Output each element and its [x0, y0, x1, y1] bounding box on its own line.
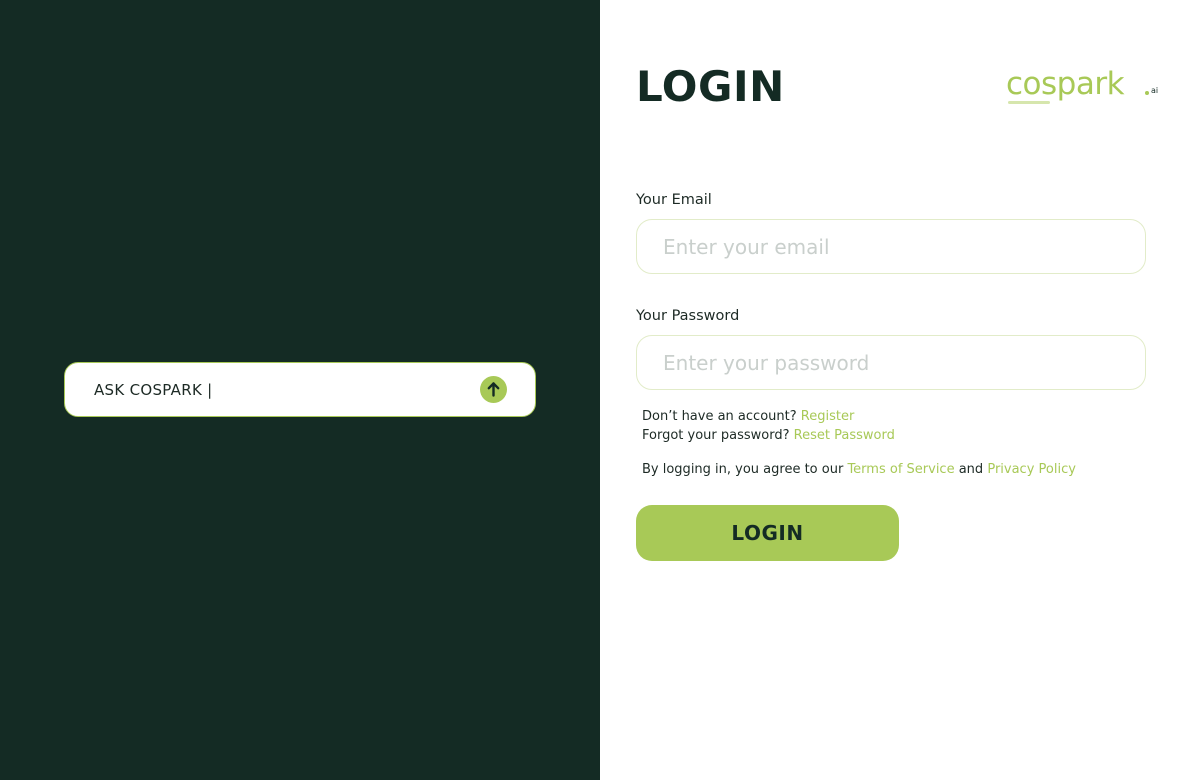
email-label: Your Email: [636, 192, 712, 208]
logo-underline: [1008, 101, 1050, 104]
page-title: LOGIN: [636, 62, 785, 111]
logo-dot: [1145, 91, 1149, 95]
left-panel: ASK COSPARK |: [0, 0, 600, 780]
terms-conjunction: and: [958, 462, 984, 477]
terms-line: By logging in, you agree to our Terms of…: [642, 462, 1076, 477]
login-page: ASK COSPARK | LOGIN cospark ai Your Emai…: [0, 0, 1200, 780]
terms-of-service-link[interactable]: Terms of Service: [847, 462, 954, 477]
privacy-policy-link[interactable]: Privacy Policy: [987, 462, 1076, 477]
logo-suffix: ai: [1151, 86, 1159, 95]
register-link[interactable]: Register: [801, 409, 855, 424]
reset-line: Forgot your password? Reset Password: [642, 428, 895, 443]
register-prompt: Don’t have an account?: [642, 409, 797, 424]
ask-cospark-bar[interactable]: ASK COSPARK |: [64, 362, 536, 417]
reset-password-link[interactable]: Reset Password: [794, 428, 895, 443]
register-line: Don’t have an account? Register: [642, 409, 854, 424]
password-label: Your Password: [636, 308, 740, 324]
password-field[interactable]: [636, 335, 1146, 390]
logo-wordmark: cospark: [1006, 66, 1125, 102]
login-button[interactable]: LOGIN: [636, 505, 899, 561]
reset-prompt: Forgot your password?: [642, 428, 790, 443]
email-field[interactable]: [636, 219, 1146, 274]
login-panel: LOGIN cospark ai Your Email Your Passwor…: [600, 0, 1200, 780]
ask-cospark-text[interactable]: ASK COSPARK |: [94, 381, 480, 399]
ask-send-button[interactable]: [480, 376, 507, 403]
terms-prompt: By logging in, you agree to our: [642, 462, 844, 477]
cospark-logo: cospark ai: [1006, 64, 1166, 108]
arrow-up-icon: [487, 382, 500, 397]
